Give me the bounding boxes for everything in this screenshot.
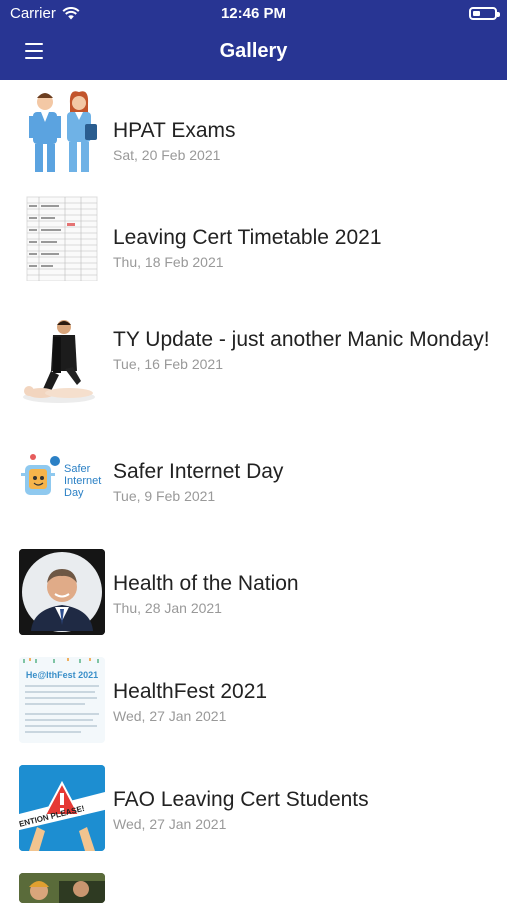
item-title: TY Update - just another Manic Monday! (113, 328, 490, 351)
item-date: Tue, 16 Feb 2021 (113, 356, 224, 372)
item-title: Leaving Cert Timetable 2021 (113, 226, 382, 249)
item-date: Sat, 20 Feb 2021 (113, 147, 221, 163)
battery-icon (469, 7, 500, 20)
item-date: Thu, 28 Jan 2021 (113, 600, 222, 616)
thumbnail-caption: He@lthFest 2021 (25, 670, 99, 680)
item-title: Health of the Nation (113, 572, 299, 595)
thumbnail-caption: Safer Internet Day (64, 463, 102, 499)
thumbnail-image: He@lthFest 2021 (19, 657, 105, 743)
status-time: 12:46 PM (220, 5, 287, 22)
thumbnail-image: Safer Internet Day (19, 437, 105, 523)
item-date: Wed, 27 Jan 2021 (113, 816, 227, 832)
app-header: Carrier 12:46 PM Gallery (0, 0, 507, 80)
thumbnail-image: TENTION PLEASE! (19, 765, 105, 851)
thumbnail-image (19, 88, 105, 174)
thumbnail-image (19, 873, 105, 903)
thumbnail-image (19, 195, 105, 281)
item-date: Thu, 18 Feb 2021 (113, 254, 224, 270)
item-date: Tue, 9 Feb 2021 (113, 488, 216, 504)
item-title: HealthFest 2021 (113, 680, 268, 703)
thumbnail-image (19, 317, 105, 403)
page-title: Gallery (219, 40, 288, 62)
item-title: FAO Leaving Cert Students (113, 788, 369, 811)
item-date: Wed, 27 Jan 2021 (113, 708, 227, 724)
thumbnail-image (19, 549, 105, 635)
item-title: HPAT Exams (113, 119, 236, 142)
status-bar: Carrier 12:46 PM (0, 0, 507, 28)
item-title: Safer Internet Day (113, 460, 284, 483)
